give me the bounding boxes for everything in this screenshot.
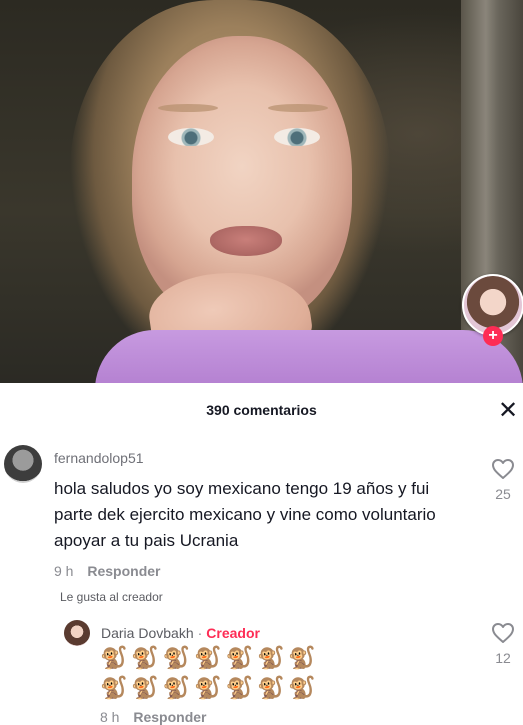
reply-like-button[interactable]: 12: [483, 622, 523, 666]
comment-meta: 9 h Responder: [54, 563, 160, 579]
video-subject-lips: [210, 226, 282, 256]
liked-by-creator-label: Le gusta al creador: [60, 590, 163, 604]
close-icon[interactable]: ✕: [494, 397, 522, 425]
comment-like-button[interactable]: 25: [483, 458, 523, 502]
reply-button[interactable]: Responder: [87, 563, 160, 579]
video-subject-eye: [274, 128, 320, 146]
commenter-avatar[interactable]: [4, 445, 42, 483]
heart-icon: [492, 459, 514, 479]
creator-reply-avatar[interactable]: [64, 620, 90, 646]
comment-text: hola saludos yo soy mexicano tengo 19 añ…: [54, 479, 436, 550]
video-player[interactable]: +: [0, 0, 523, 383]
separator-dot: ·: [197, 625, 203, 641]
video-subject-brow: [158, 104, 218, 112]
reply-meta: 8 h Responder: [100, 709, 206, 725]
video-subject-sweater: [95, 330, 523, 383]
comment-username[interactable]: fernandolop51: [54, 450, 144, 466]
like-count: 12: [495, 650, 511, 666]
reply-header: Daria Dovbakh · Creador: [101, 625, 260, 641]
plus-icon[interactable]: +: [483, 326, 503, 346]
video-subject-eye: [168, 128, 214, 146]
comments-sheet: 390 comentarios ✕ fernandolop51 hola sal…: [0, 383, 523, 725]
like-count: 25: [495, 486, 511, 502]
reply-button[interactable]: Responder: [133, 709, 206, 725]
comments-count-title: 390 comentarios: [206, 402, 317, 418]
creator-badge: Creador: [206, 625, 260, 641]
reply-emoji-line: 🐒🐒🐒🐒🐒🐒🐒: [100, 645, 320, 670]
heart-icon: [492, 623, 514, 643]
reply-emoji-line: 🐒🐒🐒🐒🐒🐒🐒: [100, 675, 320, 700]
video-subject-brow: [268, 104, 328, 112]
reply-username[interactable]: Daria Dovbakh: [101, 625, 194, 641]
comment-time: 9 h: [54, 563, 74, 579]
reply-time: 8 h: [100, 709, 120, 725]
